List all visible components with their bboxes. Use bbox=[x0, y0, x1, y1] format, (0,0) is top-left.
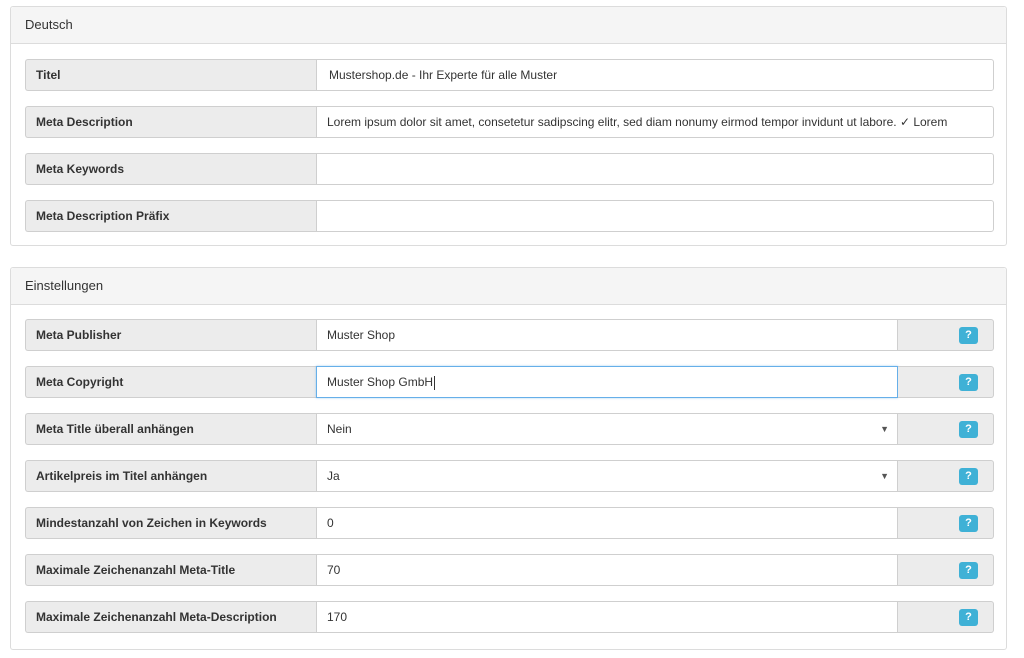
mindestanzahl-zeichen-input[interactable]: 0 bbox=[316, 507, 898, 539]
max-zeichen-meta-description-input[interactable]: 170 bbox=[316, 601, 898, 633]
panel-einstellungen: Einstellungen Meta Publisher Muster Shop… bbox=[10, 267, 1007, 650]
meta-keywords-input[interactable] bbox=[316, 153, 994, 185]
label-meta-description-praefix: Meta Description Präfix bbox=[25, 200, 316, 232]
label-meta-copyright: Meta Copyright bbox=[25, 366, 316, 398]
form-row-meta-description-praefix: Meta Description Präfix bbox=[25, 200, 994, 232]
label-titel: Titel bbox=[25, 59, 316, 91]
form-row-meta-publisher: Meta Publisher Muster Shop ? bbox=[25, 319, 994, 351]
meta-publisher-input[interactable]: Muster Shop bbox=[316, 319, 898, 351]
meta-description-input[interactable]: Lorem ipsum dolor sit amet, consetetur s… bbox=[316, 106, 994, 138]
form-row-max-zeichen-meta-title: Maximale Zeichenanzahl Meta-Title 70 ? bbox=[25, 554, 994, 586]
help-addon: ? bbox=[898, 366, 994, 398]
label-mindestanzahl-zeichen: Mindestanzahl von Zeichen in Keywords bbox=[25, 507, 316, 539]
form-row-meta-title-anhaengen: Meta Title überall anhängen Nein ▼ ? bbox=[25, 413, 994, 445]
select-value: Ja bbox=[327, 469, 340, 483]
help-icon[interactable]: ? bbox=[959, 468, 978, 485]
help-addon: ? bbox=[898, 319, 994, 351]
meta-title-anhaengen-select[interactable]: Nein ▼ bbox=[316, 413, 898, 445]
help-icon[interactable]: ? bbox=[959, 421, 978, 438]
form-row-meta-keywords: Meta Keywords bbox=[25, 153, 994, 185]
form-row-mindestanzahl-zeichen: Mindestanzahl von Zeichen in Keywords 0 … bbox=[25, 507, 994, 539]
help-icon[interactable]: ? bbox=[959, 515, 978, 532]
label-artikelpreis-im-titel: Artikelpreis im Titel anhängen bbox=[25, 460, 316, 492]
max-zeichen-meta-title-input[interactable]: 70 bbox=[316, 554, 898, 586]
chevron-down-icon: ▼ bbox=[880, 471, 889, 481]
chevron-down-icon: ▼ bbox=[880, 424, 889, 434]
label-meta-title-anhaengen: Meta Title überall anhängen bbox=[25, 413, 316, 445]
panel-heading-deutsch: Deutsch bbox=[11, 7, 1006, 44]
help-addon: ? bbox=[898, 413, 994, 445]
help-icon[interactable]: ? bbox=[959, 562, 978, 579]
form-row-titel: Titel Mustershop.de - Ihr Experte für al… bbox=[25, 59, 994, 91]
label-meta-keywords: Meta Keywords bbox=[25, 153, 316, 185]
form-row-artikelpreis-im-titel: Artikelpreis im Titel anhängen Ja ▼ ? bbox=[25, 460, 994, 492]
label-max-zeichen-meta-title: Maximale Zeichenanzahl Meta-Title bbox=[25, 554, 316, 586]
help-icon[interactable]: ? bbox=[959, 609, 978, 626]
text-cursor bbox=[434, 375, 436, 390]
label-meta-publisher: Meta Publisher bbox=[25, 319, 316, 351]
select-value: Nein bbox=[327, 422, 352, 436]
meta-copyright-value: Muster Shop GmbH bbox=[327, 375, 434, 389]
help-icon[interactable]: ? bbox=[959, 327, 978, 344]
meta-copyright-input[interactable]: Muster Shop GmbH bbox=[316, 366, 898, 398]
label-meta-description: Meta Description bbox=[25, 106, 316, 138]
help-addon: ? bbox=[898, 460, 994, 492]
artikelpreis-im-titel-select[interactable]: Ja ▼ bbox=[316, 460, 898, 492]
form-row-meta-description: Meta Description Lorem ipsum dolor sit a… bbox=[25, 106, 994, 138]
help-addon: ? bbox=[898, 507, 994, 539]
help-addon: ? bbox=[898, 554, 994, 586]
panel-deutsch: Deutsch Titel Mustershop.de - Ihr Expert… bbox=[10, 6, 1007, 246]
form-row-meta-copyright: Meta Copyright Muster Shop GmbH ? bbox=[25, 366, 994, 398]
label-max-zeichen-meta-description: Maximale Zeichenanzahl Meta-Description bbox=[25, 601, 316, 633]
titel-input[interactable]: Mustershop.de - Ihr Experte für alle Mus… bbox=[316, 59, 994, 91]
help-icon[interactable]: ? bbox=[959, 374, 978, 391]
help-addon: ? bbox=[898, 601, 994, 633]
meta-description-praefix-input[interactable] bbox=[316, 200, 994, 232]
panel-heading-einstellungen: Einstellungen bbox=[11, 268, 1006, 305]
form-row-max-zeichen-meta-description: Maximale Zeichenanzahl Meta-Description … bbox=[25, 601, 994, 633]
